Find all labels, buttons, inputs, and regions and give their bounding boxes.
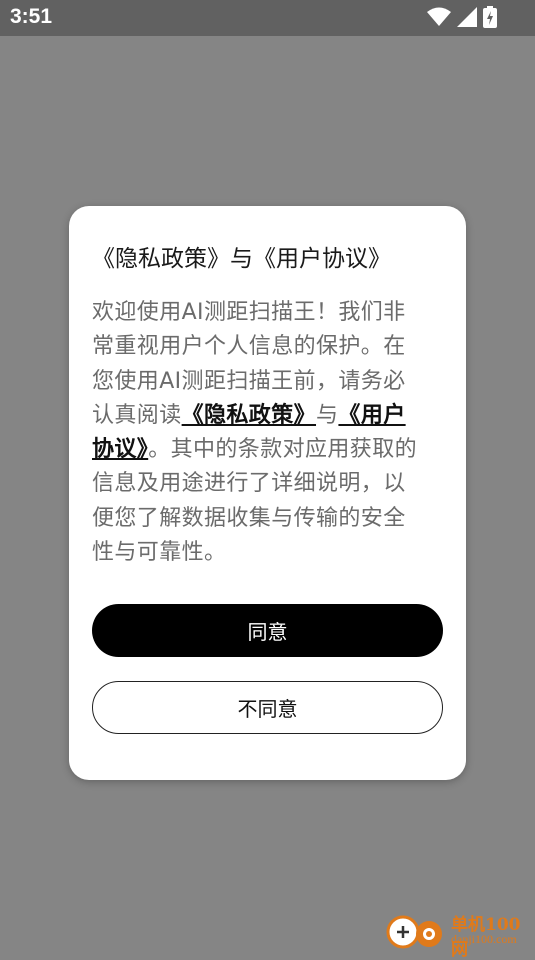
consent-dialog: 《隐私政策》与《用户协议》 欢迎使用AI测距扫描王！我们非常重视用户个人信息的保… bbox=[69, 206, 466, 780]
status-bar: 3:51 bbox=[0, 0, 535, 36]
dialog-title: 《隐私政策》与《用户协议》 bbox=[92, 246, 391, 272]
privacy-policy-link[interactable]: 《隐私政策》 bbox=[182, 403, 316, 428]
wifi-icon bbox=[427, 7, 451, 26]
disagree-button[interactable]: 不同意 bbox=[92, 681, 443, 734]
watermark: 单机100网 danji100.com bbox=[385, 908, 535, 960]
status-time: 3:51 bbox=[10, 5, 53, 28]
body-text-conjunction: 与 bbox=[316, 402, 339, 428]
signal-icon bbox=[457, 7, 477, 27]
watermark-logo-icon bbox=[386, 915, 442, 949]
status-icons bbox=[427, 6, 497, 28]
battery-charging-icon bbox=[483, 6, 497, 28]
watermark-url: danji100.com bbox=[451, 932, 517, 946]
agree-button[interactable]: 同意 bbox=[92, 604, 443, 657]
dialog-body: 欢迎使用AI测距扫描王！我们非常重视用户个人信息的保护。在您使用AI测距扫描王前… bbox=[92, 296, 427, 570]
